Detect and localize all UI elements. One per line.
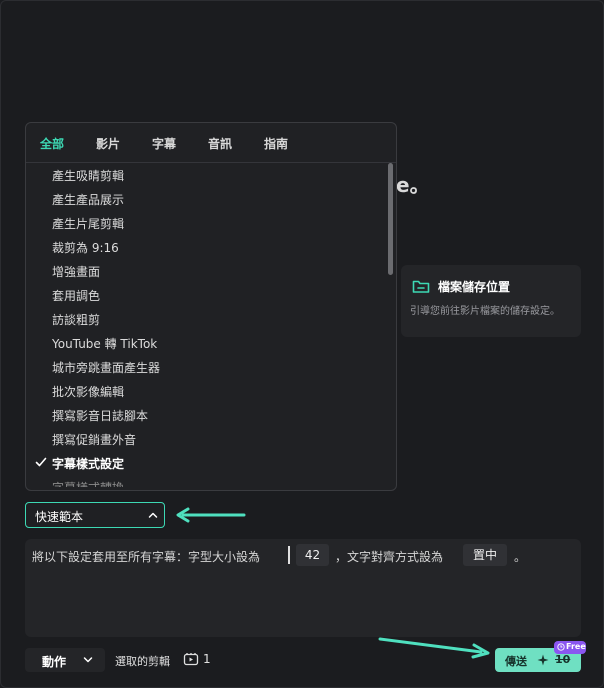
send-label: 傳送 — [505, 655, 527, 668]
text-caret — [288, 546, 290, 564]
free-badge: Free — [554, 641, 586, 654]
list-item-cut-off[interactable]: 字幕樣式轉換 — [52, 479, 124, 487]
sparkle-icon — [537, 654, 549, 666]
storage-location-card[interactable]: 檔案儲存位置 引導您前往影片檔案的儲存設定。 — [401, 265, 581, 337]
tab-all[interactable]: 全部 — [40, 135, 64, 152]
action-select[interactable]: 動作 — [25, 648, 105, 672]
list-item[interactable]: 產生片尾剪輯 — [52, 215, 124, 232]
action-label: 動作 — [42, 655, 67, 669]
prompt-text-part-2: ，文字對齊方式設為 — [335, 550, 444, 564]
list-item-selected[interactable]: 字幕樣式設定 — [52, 455, 124, 472]
list-item[interactable]: 批次影像編輯 — [52, 383, 124, 400]
list-item[interactable]: 訪談粗剪 — [52, 311, 100, 328]
folder-icon — [412, 280, 430, 293]
clock-icon — [557, 643, 565, 651]
annotation-arrow-right-icon — [378, 637, 490, 659]
alignment-value-chip[interactable]: 置中 — [463, 544, 507, 566]
tab-subtitles[interactable]: 字幕 — [152, 135, 176, 152]
credit-cost: 10 — [555, 653, 571, 666]
list-item[interactable]: 裁剪為 9:16 — [52, 239, 119, 256]
list-item[interactable]: 撰寫影音日誌腳本 — [52, 407, 148, 424]
storage-card-title: 檔案儲存位置 — [438, 280, 511, 294]
quick-template-select[interactable]: 快速範本 — [25, 502, 165, 528]
list-item[interactable]: YouTube 轉 TikTok — [52, 335, 157, 352]
app-window: e。 檔案儲存位置 引導您前往影片檔案的儲存設定。 全部 影片 字幕 音訊 指南… — [0, 0, 604, 688]
list-item[interactable]: 增強畫面 — [52, 263, 100, 280]
annotation-arrow-left-icon — [176, 507, 246, 523]
chevron-up-icon — [148, 512, 158, 518]
scrollbar-thumb[interactable] — [388, 163, 393, 275]
checkmark-icon — [35, 457, 47, 467]
selected-clips-label: 選取的剪輯 — [115, 655, 170, 668]
list-item[interactable]: 套用調色 — [52, 287, 100, 304]
page-heading-fragment: e。 — [396, 173, 430, 197]
quick-template-dropdown: 全部 影片 字幕 音訊 指南 產生吸睛剪輯 產生產品展示 產生片尾剪輯 裁剪為 … — [25, 122, 397, 491]
list-item[interactable]: 產生產品展示 — [52, 191, 124, 208]
dropdown-scrollbar[interactable] — [388, 163, 394, 489]
list-item[interactable]: 撰寫促銷畫外音 — [52, 431, 136, 448]
clip-icon — [183, 653, 199, 666]
category-tabs: 全部 影片 字幕 音訊 指南 — [26, 123, 396, 163]
selected-clips-count: 1 — [203, 652, 211, 666]
list-item[interactable]: 城市旁跳畫面產生器 — [52, 359, 160, 376]
tab-guide[interactable]: 指南 — [264, 135, 288, 152]
prompt-text-part-3: 。 — [514, 550, 527, 564]
storage-card-description: 引導您前往影片檔案的儲存設定。 — [410, 306, 560, 317]
list-item[interactable]: 產生吸睛剪輯 — [52, 167, 124, 184]
prompt-input[interactable]: 將以下設定套用至所有字幕：字型大小設為 42 ，文字對齊方式設為 置中 。 — [25, 539, 581, 637]
tab-video[interactable]: 影片 — [96, 135, 120, 152]
quick-template-label: 快速範本 — [35, 510, 84, 524]
chevron-down-icon — [83, 657, 93, 663]
font-size-value-chip[interactable]: 42 — [296, 544, 329, 566]
tab-audio[interactable]: 音訊 — [208, 135, 232, 152]
free-badge-text: Free — [566, 642, 586, 651]
prompt-text-part-1: 將以下設定套用至所有字幕：字型大小設為 — [32, 550, 261, 564]
